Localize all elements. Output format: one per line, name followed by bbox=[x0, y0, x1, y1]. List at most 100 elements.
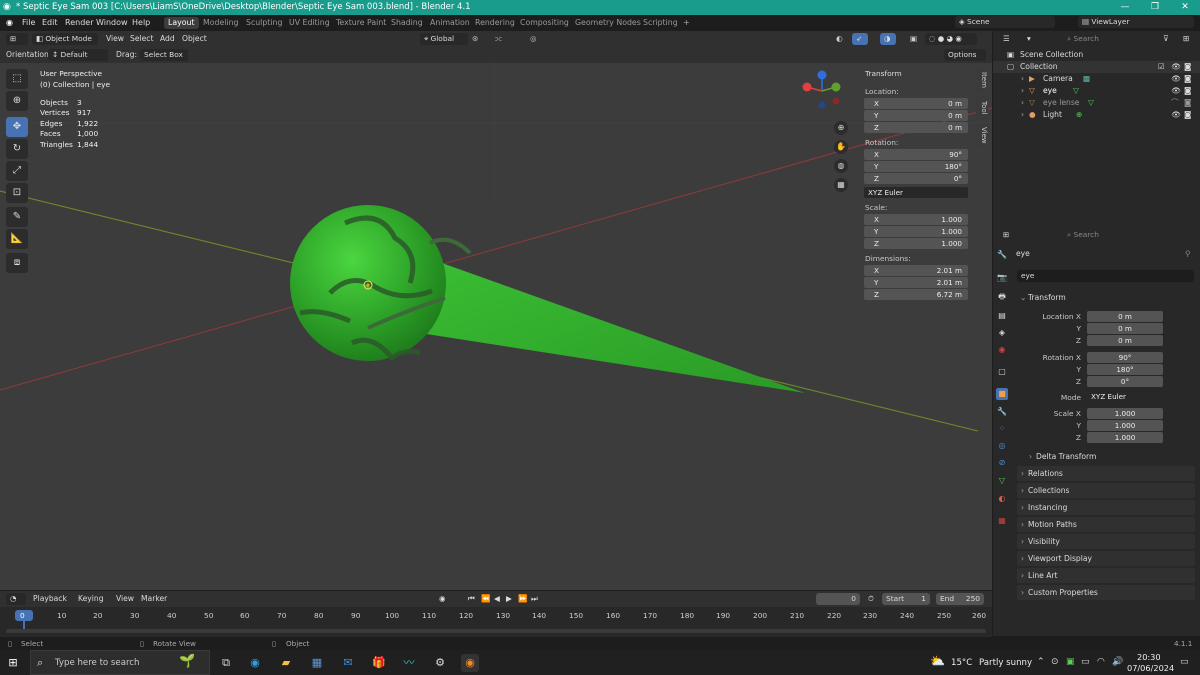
edge-browser-icon[interactable]: ◉ bbox=[246, 654, 264, 672]
close-button[interactable]: ✕ bbox=[1170, 0, 1200, 15]
eye-visibility-icon[interactable]: 👁 bbox=[1171, 73, 1181, 85]
line-art-section[interactable]: Line Art bbox=[1017, 568, 1195, 583]
outliner-search-input[interactable]: ⌕ Search bbox=[1063, 33, 1151, 45]
file-explorer-icon[interactable]: ▰ bbox=[277, 654, 295, 672]
add-workspace-icon[interactable]: + bbox=[683, 18, 690, 27]
camera-render-icon[interactable]: ◙ bbox=[1184, 109, 1191, 121]
windows-start-icon[interactable]: ⊞ bbox=[4, 654, 22, 672]
outliner-item-collection[interactable]: ▢ Collection ☑ 👁 ◙ bbox=[993, 61, 1200, 73]
npanel-scale-x[interactable]: X 1.000 bbox=[864, 214, 968, 225]
workspace-tab-shading[interactable]: Shading bbox=[387, 17, 427, 29]
workspace-tab-scripting[interactable]: Scripting bbox=[639, 17, 682, 29]
menu-render[interactable]: Render bbox=[65, 18, 93, 27]
relations-section[interactable]: Relations bbox=[1017, 466, 1195, 481]
npanel-rotation-y[interactable]: Y 180° bbox=[864, 161, 968, 172]
cursor-tool-button[interactable]: ⊕ bbox=[6, 91, 28, 111]
clock-date[interactable]: 07/06/2024 bbox=[1127, 663, 1174, 673]
menu-file[interactable]: File bbox=[22, 18, 35, 27]
workspace-tab-compositing[interactable]: Compositing bbox=[516, 17, 573, 29]
jump-end-icon[interactable]: ⏭ bbox=[531, 594, 538, 604]
play-icon[interactable]: ▶ bbox=[506, 594, 512, 603]
object-name-field[interactable]: eye bbox=[1017, 270, 1194, 282]
workspace-tab-modeling[interactable]: Modeling bbox=[199, 17, 242, 29]
weather-temperature[interactable]: 15°C bbox=[951, 658, 972, 668]
prop-rotation-z-field[interactable]: 0° bbox=[1087, 376, 1163, 387]
terminal-app-icon[interactable]: 〰 bbox=[400, 654, 418, 672]
next-keyframe-icon[interactable]: ⏩ bbox=[518, 594, 527, 603]
microsoft-store-icon[interactable]: ▦ bbox=[308, 654, 326, 672]
outliner-item-eye-lense[interactable]: › ▽ eye lense ▽ ⌒ ◙ bbox=[993, 97, 1200, 109]
orientation-dropdown[interactable]: ↕ Default bbox=[48, 49, 108, 61]
gift-app-icon[interactable]: 🎁 bbox=[370, 654, 388, 672]
shading-modes[interactable]: ◌ ● ◕ ◉ bbox=[925, 33, 977, 45]
workspace-tab-layout[interactable]: Layout bbox=[164, 17, 199, 29]
outliner-item-light[interactable]: › ● Light ⊕ 👁 ◙ bbox=[993, 109, 1200, 121]
prop-scale-z-field[interactable]: 1.000 bbox=[1087, 432, 1163, 443]
checkbox-icon[interactable]: ☑ bbox=[1158, 61, 1165, 73]
physics-tab-icon[interactable]: ◎ bbox=[996, 440, 1008, 452]
npanel-dimension-y[interactable]: Y 2.01 m bbox=[864, 277, 968, 288]
npanel-rotation-z[interactable]: Z 0° bbox=[864, 173, 968, 184]
modifier-tab-icon[interactable]: 🔧 bbox=[996, 406, 1008, 418]
npanel-transform-header[interactable]: Transform bbox=[865, 69, 902, 78]
play-reverse-icon[interactable]: ◀ bbox=[494, 594, 500, 603]
camera-render-icon[interactable]: ◙ bbox=[1184, 85, 1191, 97]
chevron-up-icon[interactable]: ⌃ bbox=[1037, 657, 1045, 667]
battery-icon[interactable]: ▭ bbox=[1081, 657, 1090, 667]
view-layer-selector[interactable]: ▤ ViewLayer bbox=[1078, 16, 1194, 28]
viewport-display-section[interactable]: Viewport Display bbox=[1017, 551, 1195, 566]
delta-transform-section[interactable]: Delta Transform bbox=[1025, 449, 1185, 464]
texture-tab-icon[interactable]: ▦ bbox=[996, 515, 1008, 527]
mail-icon[interactable]: ✉ bbox=[339, 654, 357, 672]
timeline-editor-type-icon[interactable]: ◔ bbox=[6, 593, 26, 605]
eye-hidden-icon[interactable]: ⌒ bbox=[1171, 97, 1179, 109]
eye-visibility-icon[interactable]: 👁 bbox=[1171, 85, 1181, 97]
menu-window[interactable]: Window bbox=[96, 18, 128, 27]
blender-taskbar-icon[interactable]: ◉ bbox=[461, 654, 479, 672]
prop-location-z-field[interactable]: 0 m bbox=[1087, 335, 1163, 346]
workspace-tab-animation[interactable]: Animation bbox=[426, 17, 474, 29]
proportional-edit-icon[interactable]: ◎ bbox=[530, 34, 537, 43]
prop-scale-y-field[interactable]: 1.000 bbox=[1087, 420, 1163, 431]
overlay-toggle-icon[interactable]: ◑ bbox=[880, 33, 896, 45]
workspace-tab-rendering[interactable]: Rendering bbox=[471, 17, 519, 29]
perspective-toggle-icon[interactable]: ▦ bbox=[834, 178, 848, 192]
render-tab-icon[interactable]: 📷 bbox=[996, 272, 1008, 284]
task-view-icon[interactable]: ⧉ bbox=[217, 654, 235, 672]
prop-scale-x-field[interactable]: 1.000 bbox=[1087, 408, 1163, 419]
timeline-menu-keying[interactable]: Keying bbox=[78, 594, 104, 603]
options-dropdown[interactable]: Options bbox=[944, 49, 986, 61]
timeline-menu-playback[interactable]: Playback bbox=[33, 594, 67, 603]
end-frame-field[interactable]: End 250 bbox=[936, 593, 984, 605]
menu-edit[interactable]: Edit bbox=[42, 18, 58, 27]
outliner-item-scene-collection[interactable]: ▣ Scene Collection bbox=[993, 49, 1200, 61]
object-mode-dropdown[interactable]: ◧ Object Mode bbox=[32, 33, 98, 45]
jump-start-icon[interactable]: ⏮ bbox=[468, 594, 475, 604]
add-cube-tool-button[interactable]: ⧈ bbox=[6, 253, 28, 273]
npanel-rotation-mode-dropdown[interactable]: XYZ Euler bbox=[864, 187, 968, 198]
timeline-menu-marker[interactable]: Marker bbox=[141, 594, 167, 603]
workspace-tab-geometry-nodes[interactable]: Geometry Nodes bbox=[571, 17, 645, 29]
clock-time[interactable]: 20:30 bbox=[1137, 652, 1161, 662]
data-tab-icon[interactable]: ▽ bbox=[996, 475, 1008, 487]
outliner-item-eye[interactable]: › ▽ eye ▽ 👁 ◙ bbox=[993, 85, 1200, 97]
outliner-item-camera[interactable]: › ▶ Camera ▩ 👁 ◙ bbox=[993, 73, 1200, 85]
npanel-dimension-z[interactable]: Z 6.72 m bbox=[864, 289, 968, 300]
camera-render-icon[interactable]: ◙ bbox=[1184, 97, 1191, 109]
filter-icon[interactable]: ⊽ bbox=[1163, 34, 1169, 43]
scene-selector[interactable]: ◈ Scene bbox=[955, 16, 1055, 28]
gizmo-toggle-icon[interactable]: ➶ bbox=[852, 33, 868, 45]
drag-dropdown[interactable]: Select Box bbox=[140, 49, 188, 61]
eye-visibility-icon[interactable]: 👁 bbox=[1171, 61, 1181, 73]
material-tab-icon[interactable]: ◐ bbox=[996, 493, 1008, 505]
move-tool-button[interactable]: ✥ bbox=[6, 117, 28, 137]
output-tab-icon[interactable]: 🖶 bbox=[996, 291, 1008, 303]
editor-type-icon[interactable]: ⊞ bbox=[6, 33, 28, 45]
collections-section[interactable]: Collections bbox=[1017, 483, 1195, 498]
rotate-tool-button[interactable]: ↻ bbox=[6, 139, 28, 159]
menu-help[interactable]: Help bbox=[132, 18, 150, 27]
custom-properties-section[interactable]: Custom Properties bbox=[1017, 585, 1195, 600]
world-tab-icon[interactable]: ◉ bbox=[996, 344, 1008, 356]
npanel-dimension-x[interactable]: X 2.01 m bbox=[864, 265, 968, 276]
settings-gear-icon[interactable]: ⚙ bbox=[431, 654, 449, 672]
